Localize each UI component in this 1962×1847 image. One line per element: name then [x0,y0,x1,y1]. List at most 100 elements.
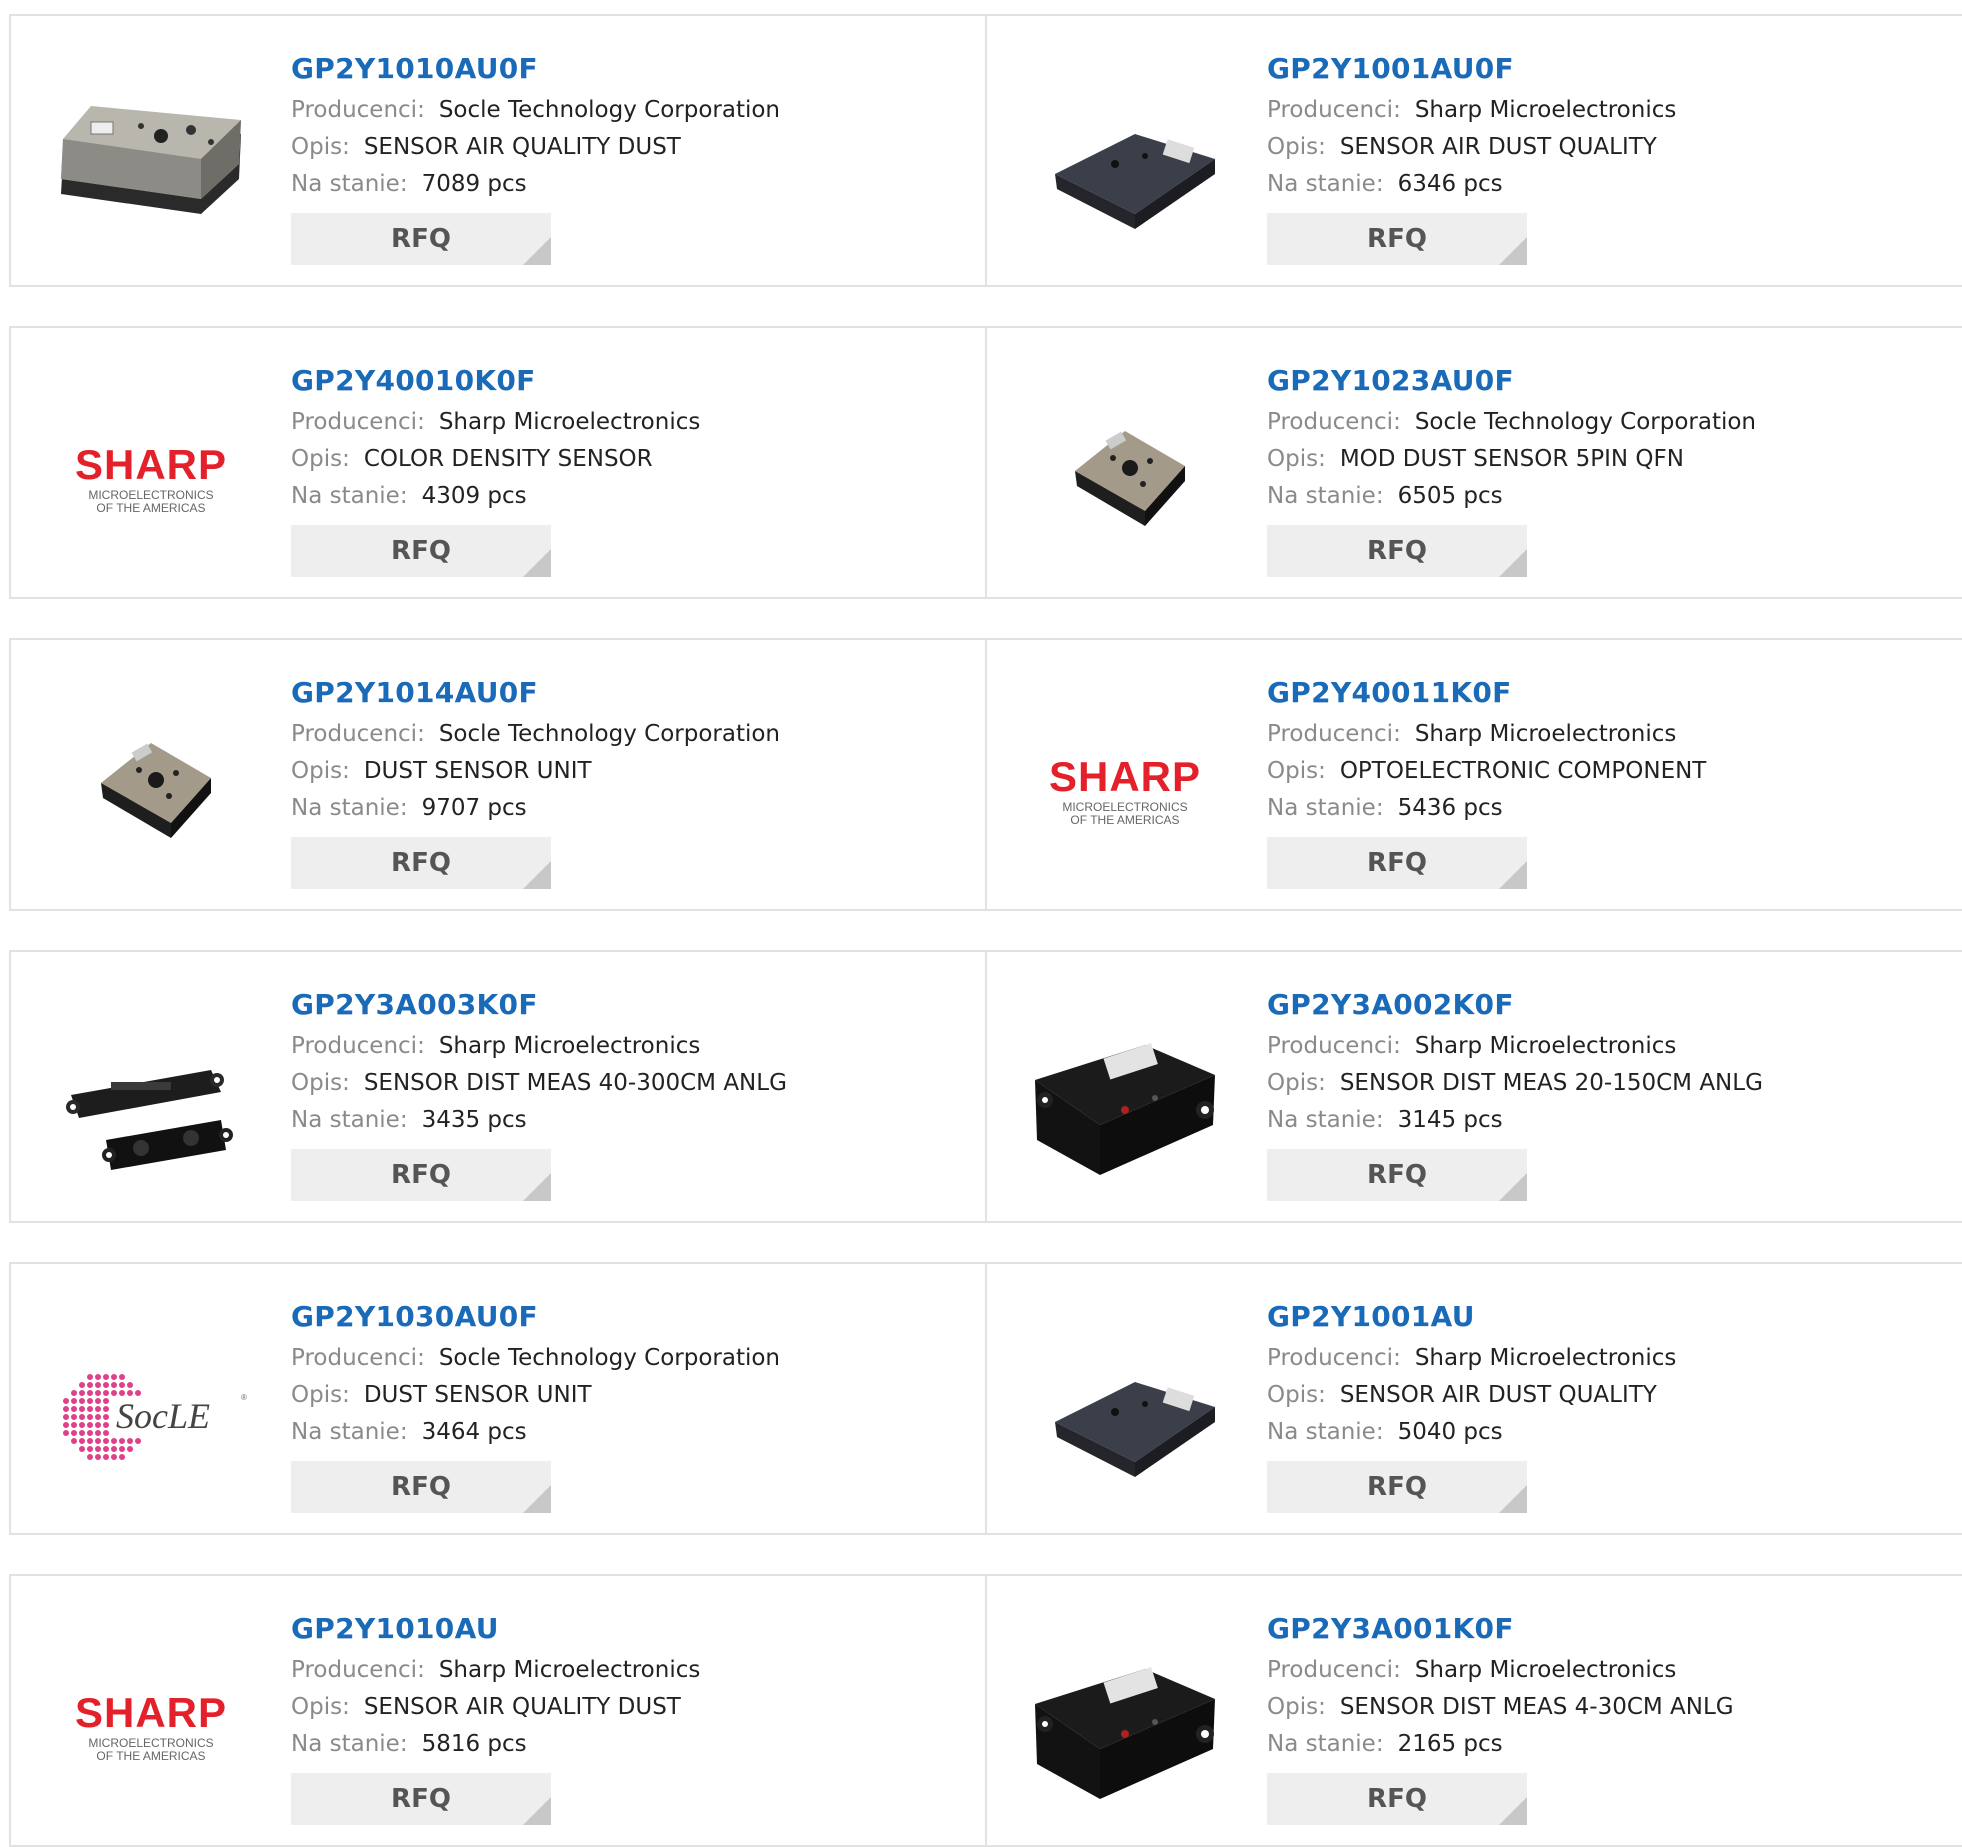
rfq-button[interactable]: RFQ [1267,525,1527,577]
rfq-corner-decoration [1499,549,1527,577]
product-image[interactable] [51,688,251,888]
part-number-link[interactable]: GP2Y1001AU [1267,1294,1676,1340]
product-image[interactable] [1025,1624,1225,1824]
rfq-label: RFQ [1367,848,1427,878]
product-image[interactable] [1025,1000,1225,1200]
stock-line: Na stanie: 5040 pcs [1267,1414,1676,1451]
manufacturer-label: Producenci: [1267,1345,1401,1371]
part-number-link[interactable]: GP2Y40010K0F [291,358,700,404]
description-label: Opis: [291,446,350,472]
rfq-button[interactable]: RFQ [291,525,551,577]
product-info: GP2Y1014AU0F Producenci: Socle Technology… [291,670,780,889]
part-number-link[interactable]: GP2Y1014AU0F [291,670,780,716]
rfq-label: RFQ [1367,1472,1427,1502]
rfq-button[interactable]: RFQ [1267,1461,1527,1513]
rfq-corner-decoration [523,549,551,577]
rfq-label: RFQ [1367,1784,1427,1814]
product-image[interactable]: SocLE ® [51,1312,251,1512]
description-line: Opis: COLOR DENSITY SENSOR [291,441,700,478]
product-info: GP2Y1001AU0F Producenci: Sharp Microelect… [1267,46,1676,265]
product-card: SHARP MICROELECTRONICS OF THE AMERICAS G… [985,638,1962,911]
description-value: SENSOR AIR QUALITY DUST [363,134,681,160]
product-grid: GP2Y1010AU0F Producenci: Socle Technology… [0,0,1962,1847]
stock-value: 6346 pcs [1397,171,1503,197]
description-value: OPTOELECTRONIC COMPONENT [1339,758,1707,784]
manufacturer-line: Producenci: Socle Technology Corporation [291,1340,780,1377]
rfq-button[interactable]: RFQ [291,837,551,889]
part-number-link[interactable]: GP2Y3A003K0F [291,982,787,1028]
rfq-button[interactable]: RFQ [1267,213,1527,265]
product-image[interactable] [51,1000,251,1200]
product-image[interactable]: SHARP MICROELECTRONICS OF THE AMERICAS [51,1624,251,1824]
product-info: GP2Y40011K0F Producenci: Sharp Microelect… [1267,670,1706,889]
stock-value: 3435 pcs [421,1107,527,1133]
part-number-link[interactable]: GP2Y3A001K0F [1267,1606,1734,1652]
product-image[interactable] [51,64,251,264]
manufacturer-line: Producenci: Socle Technology Corporation [1267,404,1756,441]
manufacturer-label: Producenci: [1267,97,1401,123]
manufacturer-line: Producenci: Sharp Microelectronics [291,404,700,441]
product-row: GP2Y3A003K0F Producenci: Sharp Microelect… [9,950,1962,1223]
stock-value: 6505 pcs [1397,483,1503,509]
rfq-label: RFQ [391,1472,451,1502]
description-label: Opis: [1267,1070,1326,1096]
description-line: Opis: MOD DUST SENSOR 5PIN QFN [1267,441,1756,478]
description-value: SENSOR AIR QUALITY DUST [363,1694,681,1720]
description-line: Opis: SENSOR AIR QUALITY DUST [291,129,780,166]
svg-text:SHARP: SHARP [75,441,227,488]
rfq-button[interactable]: RFQ [1267,1149,1527,1201]
part-number-link[interactable]: GP2Y1023AU0F [1267,358,1756,404]
part-number-link[interactable]: GP2Y1010AU0F [291,46,780,92]
rfq-label: RFQ [1367,536,1427,566]
description-label: Opis: [291,758,350,784]
manufacturer-label: Producenci: [1267,1033,1401,1059]
product-image[interactable] [1025,376,1225,576]
part-number-link[interactable]: GP2Y1010AU [291,1606,700,1652]
description-value: DUST SENSOR UNIT [363,1382,592,1408]
rfq-label: RFQ [391,536,451,566]
part-number-link[interactable]: GP2Y40011K0F [1267,670,1706,716]
manufacturer-value: Sharp Microelectronics [1414,1657,1677,1683]
product-info: GP2Y1010AU Producenci: Sharp Microelectro… [291,1606,700,1825]
description-line: Opis: DUST SENSOR UNIT [291,753,780,790]
stock-line: Na stanie: 3145 pcs [1267,1102,1763,1139]
rfq-button[interactable]: RFQ [291,213,551,265]
rfq-corner-decoration [1499,861,1527,889]
manufacturer-label: Producenci: [1267,721,1401,747]
product-image[interactable] [1025,1312,1225,1512]
product-image[interactable]: SHARP MICROELECTRONICS OF THE AMERICAS [51,376,251,576]
svg-text:SHARP: SHARP [75,1689,227,1736]
product-image[interactable]: SHARP MICROELECTRONICS OF THE AMERICAS [1025,688,1225,888]
stock-label: Na stanie: [291,171,408,197]
part-number-link[interactable]: GP2Y3A002K0F [1267,982,1763,1028]
stock-value: 5040 pcs [1397,1419,1503,1445]
rfq-button[interactable]: RFQ [291,1773,551,1825]
product-info: GP2Y1030AU0F Producenci: Socle Technology… [291,1294,780,1513]
rfq-button[interactable]: RFQ [291,1149,551,1201]
product-image[interactable] [1025,64,1225,264]
svg-text:MICROELECTRONICS: MICROELECTRONICS [88,1736,213,1750]
manufacturer-value: Sharp Microelectronics [1414,97,1677,123]
description-label: Opis: [1267,134,1326,160]
description-label: Opis: [291,1694,350,1720]
product-info: GP2Y40010K0F Producenci: Sharp Microelect… [291,358,700,577]
rfq-corner-decoration [523,1173,551,1201]
rfq-button[interactable]: RFQ [1267,1773,1527,1825]
part-number-link[interactable]: GP2Y1001AU0F [1267,46,1676,92]
product-card: GP2Y1001AU Producenci: Sharp Microelectro… [985,1262,1962,1535]
stock-label: Na stanie: [1267,1107,1384,1133]
rfq-corner-decoration [1499,1797,1527,1825]
part-number-link[interactable]: GP2Y1030AU0F [291,1294,780,1340]
product-card: GP2Y3A003K0F Producenci: Sharp Microelect… [9,950,989,1223]
description-value: SENSOR DIST MEAS 4-30CM ANLG [1339,1694,1734,1720]
manufacturer-label: Producenci: [291,1657,425,1683]
stock-line: Na stanie: 5816 pcs [291,1726,700,1763]
rfq-corner-decoration [523,861,551,889]
product-card: GP2Y3A002K0F Producenci: Sharp Microelect… [985,950,1962,1223]
rfq-button[interactable]: RFQ [1267,837,1527,889]
manufacturer-value: Sharp Microelectronics [438,409,701,435]
stock-line: Na stanie: 3435 pcs [291,1102,787,1139]
rfq-button[interactable]: RFQ [291,1461,551,1513]
manufacturer-value: Socle Technology Corporation [438,721,781,747]
description-line: Opis: SENSOR AIR DUST QUALITY [1267,1377,1676,1414]
